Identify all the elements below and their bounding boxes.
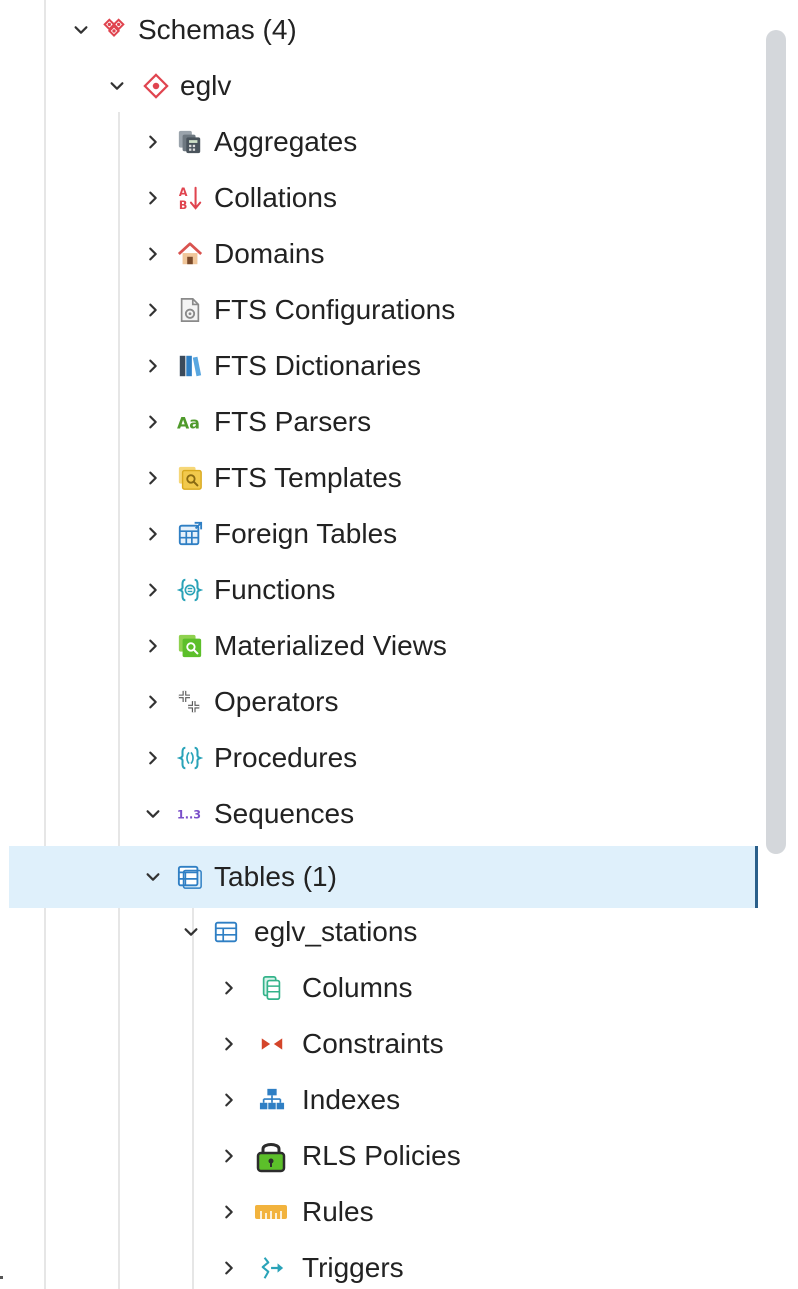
foreign-tables-icon bbox=[176, 520, 204, 548]
fts-dictionaries-icon bbox=[176, 352, 204, 380]
tree-node-label: eglv_stations bbox=[254, 916, 418, 947]
tree-node-label: FTS Dictionaries bbox=[214, 350, 421, 381]
chevron-down-icon[interactable] bbox=[142, 866, 164, 888]
tree-node-schemas[interactable]: Schemas (4) bbox=[0, 2, 758, 58]
columns-icon bbox=[258, 974, 286, 1002]
tree-node-label: Tables (1) bbox=[214, 861, 337, 892]
triggers-icon bbox=[258, 1254, 286, 1282]
chevron-right-icon[interactable] bbox=[142, 747, 164, 769]
chevron-right-icon[interactable] bbox=[218, 1201, 240, 1223]
tree-node-schema-eglv[interactable]: eglv bbox=[0, 58, 758, 114]
aggregates-icon bbox=[176, 128, 204, 156]
chevron-right-icon[interactable] bbox=[218, 1257, 240, 1279]
svg-text:B: B bbox=[179, 199, 187, 211]
chevron-right-icon[interactable] bbox=[142, 523, 164, 545]
tree-node-fts-dictionaries[interactable]: FTS Dictionaries bbox=[0, 338, 758, 394]
indexes-icon bbox=[258, 1086, 286, 1114]
tree-node-sequences[interactable]: 1..3 Sequences bbox=[0, 786, 758, 842]
tree-node-table-eglv-stations[interactable]: eglv_stations bbox=[0, 904, 758, 960]
tree-node-columns[interactable]: Columns bbox=[0, 960, 758, 1016]
chevron-right-icon[interactable] bbox=[218, 1033, 240, 1055]
chevron-right-icon[interactable] bbox=[218, 977, 240, 999]
tree-node-triggers[interactable]: Triggers bbox=[0, 1240, 758, 1289]
tree-node-label: Aggregates bbox=[214, 126, 358, 157]
chevron-right-icon[interactable] bbox=[142, 635, 164, 657]
tree-node-label: Sequences bbox=[214, 798, 355, 829]
tree-node-operators[interactable]: Operators bbox=[0, 674, 758, 730]
tree-node-label: FTS Templates bbox=[214, 462, 402, 493]
rls-policies-icon bbox=[254, 1139, 288, 1173]
chevron-right-icon[interactable] bbox=[142, 355, 164, 377]
tree-node-aggregates[interactable]: Aggregates bbox=[0, 114, 758, 170]
tree-node-indexes[interactable]: Indexes bbox=[0, 1072, 758, 1128]
fts-templates-icon bbox=[176, 464, 204, 492]
tree-node-label: Columns bbox=[302, 972, 413, 1003]
svg-text:1..3: 1..3 bbox=[177, 809, 201, 822]
tree-node-fts-templates[interactable]: FTS Templates bbox=[0, 450, 758, 506]
tree-node-label: Operators bbox=[214, 686, 339, 717]
chevron-right-icon[interactable] bbox=[218, 1089, 240, 1111]
fts-configurations-icon bbox=[176, 296, 204, 324]
tree-node-label: Indexes bbox=[302, 1084, 401, 1115]
chevron-right-icon[interactable] bbox=[142, 299, 164, 321]
tree-node-label: Materialized Views bbox=[214, 630, 447, 661]
chevron-down-icon[interactable] bbox=[70, 19, 92, 41]
schema-icon bbox=[142, 72, 170, 100]
edge-marker bbox=[0, 1276, 3, 1279]
object-explorer-tree: Schemas (4) eglv Aggregates A B Collatio… bbox=[0, 0, 758, 1289]
tree-node-label: FTS Parsers bbox=[214, 406, 372, 437]
chevron-down-icon[interactable] bbox=[106, 75, 128, 97]
rules-icon bbox=[254, 1198, 288, 1226]
chevron-right-icon[interactable] bbox=[142, 579, 164, 601]
tree-node-label: Schemas (4) bbox=[138, 14, 297, 45]
chevron-right-icon[interactable] bbox=[142, 467, 164, 489]
tree-node-label: Foreign Tables bbox=[214, 518, 398, 549]
domains-icon bbox=[176, 240, 204, 268]
tree-node-label: Collations bbox=[214, 182, 337, 213]
sequences-icon: 1..3 bbox=[176, 800, 204, 828]
schemas-icon bbox=[100, 16, 128, 44]
chevron-right-icon[interactable] bbox=[142, 243, 164, 265]
procedures-icon bbox=[176, 744, 204, 772]
chevron-right-icon[interactable] bbox=[142, 187, 164, 209]
tree-node-rules[interactable]: Rules bbox=[0, 1184, 758, 1240]
chevron-right-icon[interactable] bbox=[142, 691, 164, 713]
tree-node-domains[interactable]: Domains bbox=[0, 226, 758, 282]
svg-text:Aa: Aa bbox=[177, 414, 200, 433]
tree-node-label: Triggers bbox=[302, 1252, 404, 1283]
svg-text:A: A bbox=[179, 186, 188, 199]
operators-icon bbox=[176, 688, 204, 716]
table-icon bbox=[212, 918, 240, 946]
materialized-views-icon bbox=[176, 632, 204, 660]
scrollbar-thumb[interactable] bbox=[766, 30, 786, 854]
tree-node-label: Constraints bbox=[302, 1028, 444, 1059]
tree-node-label: Procedures bbox=[214, 742, 358, 773]
tree-node-label: FTS Configurations bbox=[214, 294, 456, 325]
tables-icon bbox=[176, 863, 204, 891]
tree-node-foreign-tables[interactable]: Foreign Tables bbox=[0, 506, 758, 562]
collations-icon: A B bbox=[176, 184, 204, 212]
tree-node-functions[interactable]: Functions bbox=[0, 562, 758, 618]
tree-node-procedures[interactable]: Procedures bbox=[0, 730, 758, 786]
fts-parsers-icon: Aa bbox=[176, 408, 204, 436]
chevron-down-icon[interactable] bbox=[142, 803, 164, 825]
tree-node-tables[interactable]: Tables (1) bbox=[9, 846, 758, 908]
tree-node-constraints[interactable]: Constraints bbox=[0, 1016, 758, 1072]
tree-node-collations[interactable]: A B Collations bbox=[0, 170, 758, 226]
tree-node-label: eglv bbox=[180, 70, 232, 101]
tree-node-rls-policies[interactable]: RLS Policies bbox=[0, 1128, 758, 1184]
tree-node-label: Rules bbox=[302, 1196, 374, 1227]
chevron-right-icon[interactable] bbox=[218, 1145, 240, 1167]
chevron-right-icon[interactable] bbox=[142, 411, 164, 433]
tree-node-label: RLS Policies bbox=[302, 1140, 461, 1171]
tree-node-label: Domains bbox=[214, 238, 325, 269]
constraints-icon bbox=[258, 1030, 286, 1058]
tree-node-fts-parsers[interactable]: Aa FTS Parsers bbox=[0, 394, 758, 450]
tree-node-materialized-views[interactable]: Materialized Views bbox=[0, 618, 758, 674]
tree-node-fts-configurations[interactable]: FTS Configurations bbox=[0, 282, 758, 338]
functions-icon bbox=[176, 576, 204, 604]
tree-node-label: Functions bbox=[214, 574, 336, 605]
chevron-down-icon[interactable] bbox=[180, 921, 202, 943]
chevron-right-icon[interactable] bbox=[142, 131, 164, 153]
